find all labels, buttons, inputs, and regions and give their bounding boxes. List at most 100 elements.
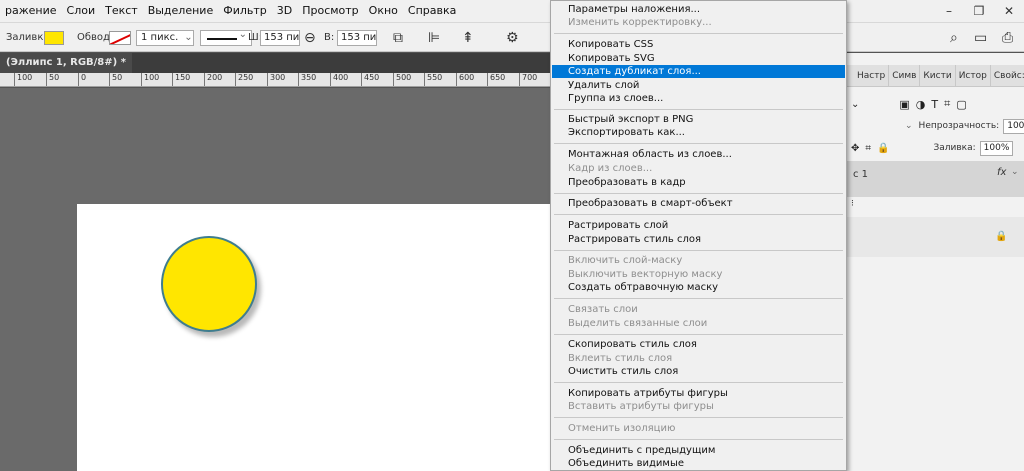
link-icon[interactable]: ⊖ [304,23,316,52]
menu-item-convert-to-smart-object[interactable]: Преобразовать в смарт-объект [552,197,845,210]
path-arrangement-icon[interactable]: ⇞ [462,23,474,52]
menu-item-copy-layer-style[interactable]: Скопировать стиль слоя [552,338,845,351]
chevron-down-icon[interactable]: ⌄ [1011,167,1019,177]
window-controls: – ❐ ✕ [934,0,1024,22]
menu-separator [554,193,843,194]
adjustment-filter-icon[interactable]: ◑ [916,98,926,111]
menu-item-paste-shape-attributes: Вставить атрибуты фигуры [568,401,714,412]
fill-swatch[interactable] [44,30,64,45]
minimize-button[interactable]: – [934,4,964,18]
path-operations-icon[interactable]: ⧉ [393,23,403,52]
menu-item-convert-to-frame[interactable]: Преобразовать в кадр [552,176,845,189]
ruler-tick: 200 [204,73,222,86]
close-button[interactable]: ✕ [994,4,1024,18]
menu-separator [554,33,843,34]
stroke-swatch-wrap[interactable] [109,23,131,52]
ellipse-shape[interactable] [161,236,257,332]
horizontal-ruler: 100 50 0 50 100 150 200 250 300 350 400 … [0,73,550,87]
ruler-tick: 0 [78,73,86,86]
right-panels: Настр Симв Кисти Истор Свойс: ≡ ⌄ ▣ ◑ T … [846,53,1024,471]
search-icon[interactable]: ⌕ [950,23,958,52]
stroke-swatch[interactable] [109,30,131,45]
menu-item-copy-shape-attributes[interactable]: Копировать атрибуты фигуры [552,387,845,400]
lock-fill-row: ✥ ⌗ 🔒 Заливка: 100% [847,139,1024,157]
menu-item-artboard-from-layers[interactable]: Монтажная область из слоев... [552,148,845,161]
menu-item-merge-visible[interactable]: Объединить видимые [552,457,845,470]
filter-dropdown-icon[interactable]: ⌄ [851,99,859,110]
ruler-tick: 250 [235,73,253,86]
fill-input[interactable]: 100% [979,140,1014,156]
menu-item-edit-adjustment: Изменить корректировку... [568,17,712,28]
height-input[interactable]: 153 пикс [337,29,377,46]
menu-item-export-as[interactable]: Экспортировать как... [552,126,845,139]
smart-object-filter-icon[interactable]: ▢ [956,98,966,111]
ruler-tick: 550 [424,73,442,86]
workspace-icon[interactable]: ▭ [974,23,987,52]
tab-character[interactable]: Симв [889,64,921,87]
menu-3d[interactable]: 3D [272,0,297,22]
menu-item-rasterize-layer-style[interactable]: Растрировать стиль слоя [552,233,845,246]
restore-button[interactable]: ❐ [964,4,994,18]
lock-all-icon[interactable]: 🔒 [877,143,889,154]
stroke-type-dropdown[interactable] [200,29,252,46]
stroke-type-wrap [200,23,252,52]
ruler-tick: 500 [393,73,411,86]
gear-icon[interactable]: ⚙ [506,23,519,52]
layer-row-ellipse[interactable]: с 1 fx ⌄ [847,161,1024,197]
ruler-tick: 100 [141,73,159,86]
ruler-tick: 300 [267,73,285,86]
opacity-label: Непрозрачность: [918,121,1000,131]
menu-separator [554,298,843,299]
tab-properties[interactable]: Свойс: [991,65,1024,87]
menu-layers[interactable]: Слои [62,0,101,22]
menu-separator [554,417,843,418]
artboard[interactable] [77,204,550,471]
background-layer-row[interactable]: 🔒 [847,217,1024,257]
menu-item-enable-layer-mask: Включить слой-маску [568,255,683,266]
blend-mode-chevron-icon[interactable]: ⌄ [905,121,913,131]
menu-item-duplicate-layer[interactable]: Создать дубликат слоя... [552,65,845,78]
menu-view[interactable]: Просмотр [297,0,363,22]
tab-adjustments[interactable]: Настр [854,64,890,87]
tab-brushes[interactable]: Кисти [920,64,956,87]
menu-select[interactable]: Выделение [143,0,219,22]
opacity-input[interactable]: 100% [1003,118,1024,134]
image-filter-icon[interactable]: ▣ [899,98,909,111]
lock-position-icon[interactable]: ✥ [851,143,859,154]
document-tab[interactable]: (Эллипс 1, RGB/8#) * [0,53,132,73]
menu-item-delete-layer[interactable]: Удалить слой [552,79,845,92]
menu-separator [554,250,843,251]
ruler-tick: 50 [46,73,59,86]
height-label: В: [324,32,335,43]
menu-text[interactable]: Текст [100,0,143,22]
tab-history[interactable]: Истор [956,64,991,87]
canvas-workspace[interactable] [0,88,550,471]
menu-help[interactable]: Справка [403,0,461,22]
width-input[interactable]: 153 пикс [260,29,300,46]
menu-item-quick-export-png[interactable]: Быстрый экспорт в PNG [552,113,845,126]
share-icon[interactable]: ⎙ [1002,23,1013,52]
menu-item-blending-options[interactable]: Параметры наложения... [552,3,845,16]
menu-item-merge-down[interactable]: Объединить с предыдущим [552,444,845,457]
menu-separator [554,109,843,110]
chevron-down-icon: ⌄ [184,31,193,43]
stroke-width-dropdown[interactable]: 1 пикс. ⌄ [136,29,194,46]
menu-item-copy-css[interactable]: Копировать CSS [552,38,845,51]
menu-item-rasterize-layer[interactable]: Растрировать слой [552,219,845,232]
menu-item-clear-layer-style[interactable]: Очистить стиль слоя [552,365,845,378]
text-filter-icon[interactable]: T [931,98,938,111]
menu-window[interactable]: Окно [364,0,403,22]
fill-swatch-wrap[interactable] [44,23,64,52]
ruler-tick: 700 [519,73,537,86]
menu-item-paste-layer-style: Вклеить стиль слоя [568,353,673,364]
fx-icon[interactable]: fx [997,167,1006,178]
menu-item-create-clipping-mask[interactable]: Создать обтравочную маску [552,281,845,294]
shape-filter-icon[interactable]: ⌗ [944,97,950,111]
stroke-width-value: 1 пикс. [141,31,179,43]
menu-item-copy-svg[interactable]: Копировать SVG [552,52,845,65]
menu-item-group-from-layers[interactable]: Группа из слоев... [552,92,845,105]
path-alignment-icon[interactable]: ⊫ [428,23,440,52]
menu-filter[interactable]: Фильтр [218,0,272,22]
lock-artboard-icon[interactable]: ⌗ [865,143,871,154]
menu-image[interactable]: ражение [0,0,62,22]
